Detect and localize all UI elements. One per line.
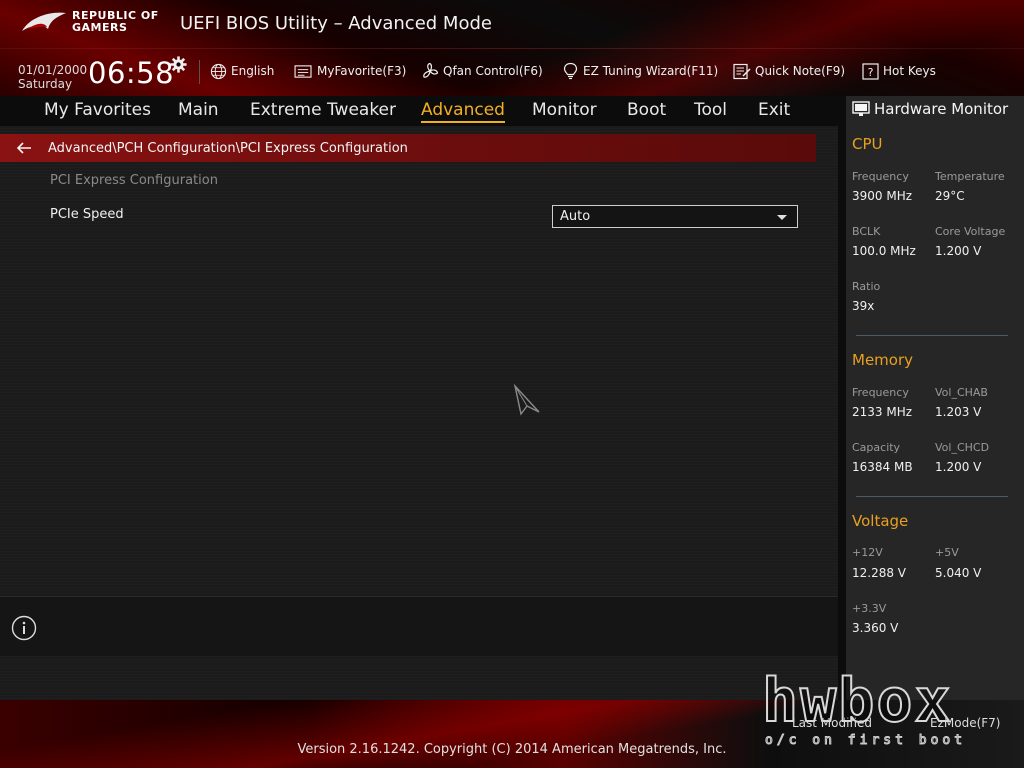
v5-value: 5.040 V — [935, 566, 982, 580]
capacity-value: 16384 MB — [852, 460, 913, 474]
hot-keys-label: Hot Keys — [883, 64, 936, 78]
section-title: PCI Express Configuration — [50, 173, 218, 188]
globe-icon — [210, 63, 227, 79]
date-display: 01/01/2000 Saturday — [18, 63, 87, 91]
memory-heading: Memory — [852, 351, 914, 369]
tab-extreme-tweaker[interactable]: Extreme Tweaker — [250, 100, 396, 120]
memory-frequency-label: Frequency — [852, 386, 909, 399]
vol-chab-label: Vol_CHAB — [935, 386, 988, 399]
capacity-label: Capacity — [852, 441, 901, 454]
core-voltage-value: 1.200 V — [935, 244, 982, 258]
v12-value: 12.288 V — [852, 566, 907, 580]
tab-boot[interactable]: Boot — [627, 100, 666, 120]
hot-keys-button[interactable]: ? Hot Keys — [862, 62, 936, 80]
bclk-value: 100.0 MHz — [852, 244, 916, 258]
fan-icon — [423, 62, 439, 78]
hardware-monitor-label: Hardware Monitor — [874, 100, 1009, 118]
lightbulb-icon — [563, 62, 578, 80]
note-icon — [733, 63, 751, 79]
hwbox-watermark: hwbox — [761, 665, 953, 737]
clock: 06:58 — [88, 56, 175, 90]
app-title: UEFI BIOS Utility – Advanced Mode — [180, 13, 492, 34]
vol-chab-value: 1.203 V — [935, 405, 982, 419]
ez-tuning-wizard-button[interactable]: EZ Tuning Wizard(F11) — [562, 62, 718, 80]
breadcrumb[interactable]: Advanced\PCH Configuration\PCI Express C… — [0, 134, 816, 162]
day-text: Saturday — [18, 77, 73, 91]
voltage-heading: Voltage — [852, 512, 909, 530]
my-favorite-label: MyFavorite(F3) — [317, 64, 407, 78]
gear-icon[interactable] — [170, 56, 187, 73]
v12-label: +12V — [852, 546, 883, 559]
title-bar: REPUBLIC OF GAMERS UEFI BIOS Utility – A… — [0, 0, 1024, 96]
svg-text:?: ? — [868, 66, 874, 79]
vol-chcd-label: Vol_CHCD — [935, 441, 990, 454]
core-voltage-label: Core Voltage — [935, 225, 1006, 238]
memory-divider — [856, 496, 1008, 497]
mouse-cursor-icon — [513, 384, 540, 416]
v5-label: +5V — [935, 546, 959, 559]
bclk-label: BCLK — [852, 225, 881, 238]
qfan-label: Qfan Control(F6) — [443, 64, 543, 78]
cpu-frequency-label: Frequency — [852, 170, 909, 183]
tab-tool[interactable]: Tool — [694, 100, 727, 120]
date-text: 01/01/2000 — [18, 63, 88, 77]
ratio-value: 39x — [852, 299, 875, 313]
ez-tuning-label: EZ Tuning Wizard(F11) — [583, 64, 719, 78]
brand-line-2: GAMERS — [72, 21, 128, 34]
ratio-label: Ratio — [852, 280, 881, 293]
quick-note-button[interactable]: Quick Note(F9) — [733, 62, 845, 80]
pcie-speed-label: PCIe Speed — [50, 207, 124, 222]
back-arrow-icon[interactable] — [0, 134, 48, 162]
cpu-frequency-value: 3900 MHz — [852, 189, 913, 203]
tab-my-favorites[interactable]: My Favorites — [44, 100, 151, 120]
tab-monitor[interactable]: Monitor — [532, 100, 597, 120]
tab-advanced[interactable]: Advanced — [421, 100, 505, 123]
memory-frequency-value: 2133 MHz — [852, 405, 913, 419]
vol-chcd-value: 1.200 V — [935, 460, 982, 474]
help-description-bar — [0, 596, 838, 656]
favorite-list-icon — [294, 64, 312, 78]
cpu-temperature-value: 29°C — [935, 189, 965, 203]
v33-label: +3.3V — [852, 602, 887, 615]
toolbar-divider — [199, 60, 200, 84]
language-button[interactable]: English — [210, 62, 274, 80]
hardware-monitor-title: Hardware Monitor — [852, 100, 1008, 118]
cpu-temperature-label: Temperature — [935, 170, 1005, 183]
rog-brand-text: REPUBLIC OF GAMERS — [72, 10, 159, 34]
tab-main[interactable]: Main — [178, 100, 219, 120]
monitor-icon — [852, 101, 870, 116]
tab-exit[interactable]: Exit — [758, 100, 790, 120]
chevron-down-icon — [777, 215, 787, 220]
qfan-control-button[interactable]: Qfan Control(F6) — [421, 62, 543, 80]
pcie-speed-value: Auto — [560, 209, 591, 224]
cpu-divider — [856, 335, 1008, 336]
cpu-heading: CPU — [852, 135, 883, 153]
help-question-icon: ? — [862, 62, 879, 80]
copyright-text: Version 2.16.1242. Copyright (C) 2014 Am… — [297, 742, 727, 757]
quick-note-label: Quick Note(F9) — [755, 64, 846, 78]
rog-eye-logo-icon — [22, 12, 66, 31]
info-icon[interactable] — [11, 615, 37, 641]
v33-value: 3.360 V — [852, 621, 899, 635]
pcie-speed-dropdown[interactable]: Auto — [552, 205, 798, 228]
language-label: English — [231, 64, 275, 78]
my-favorite-button[interactable]: MyFavorite(F3) — [294, 62, 406, 80]
breadcrumb-path: Advanced\PCH Configuration\PCI Express C… — [48, 140, 408, 156]
